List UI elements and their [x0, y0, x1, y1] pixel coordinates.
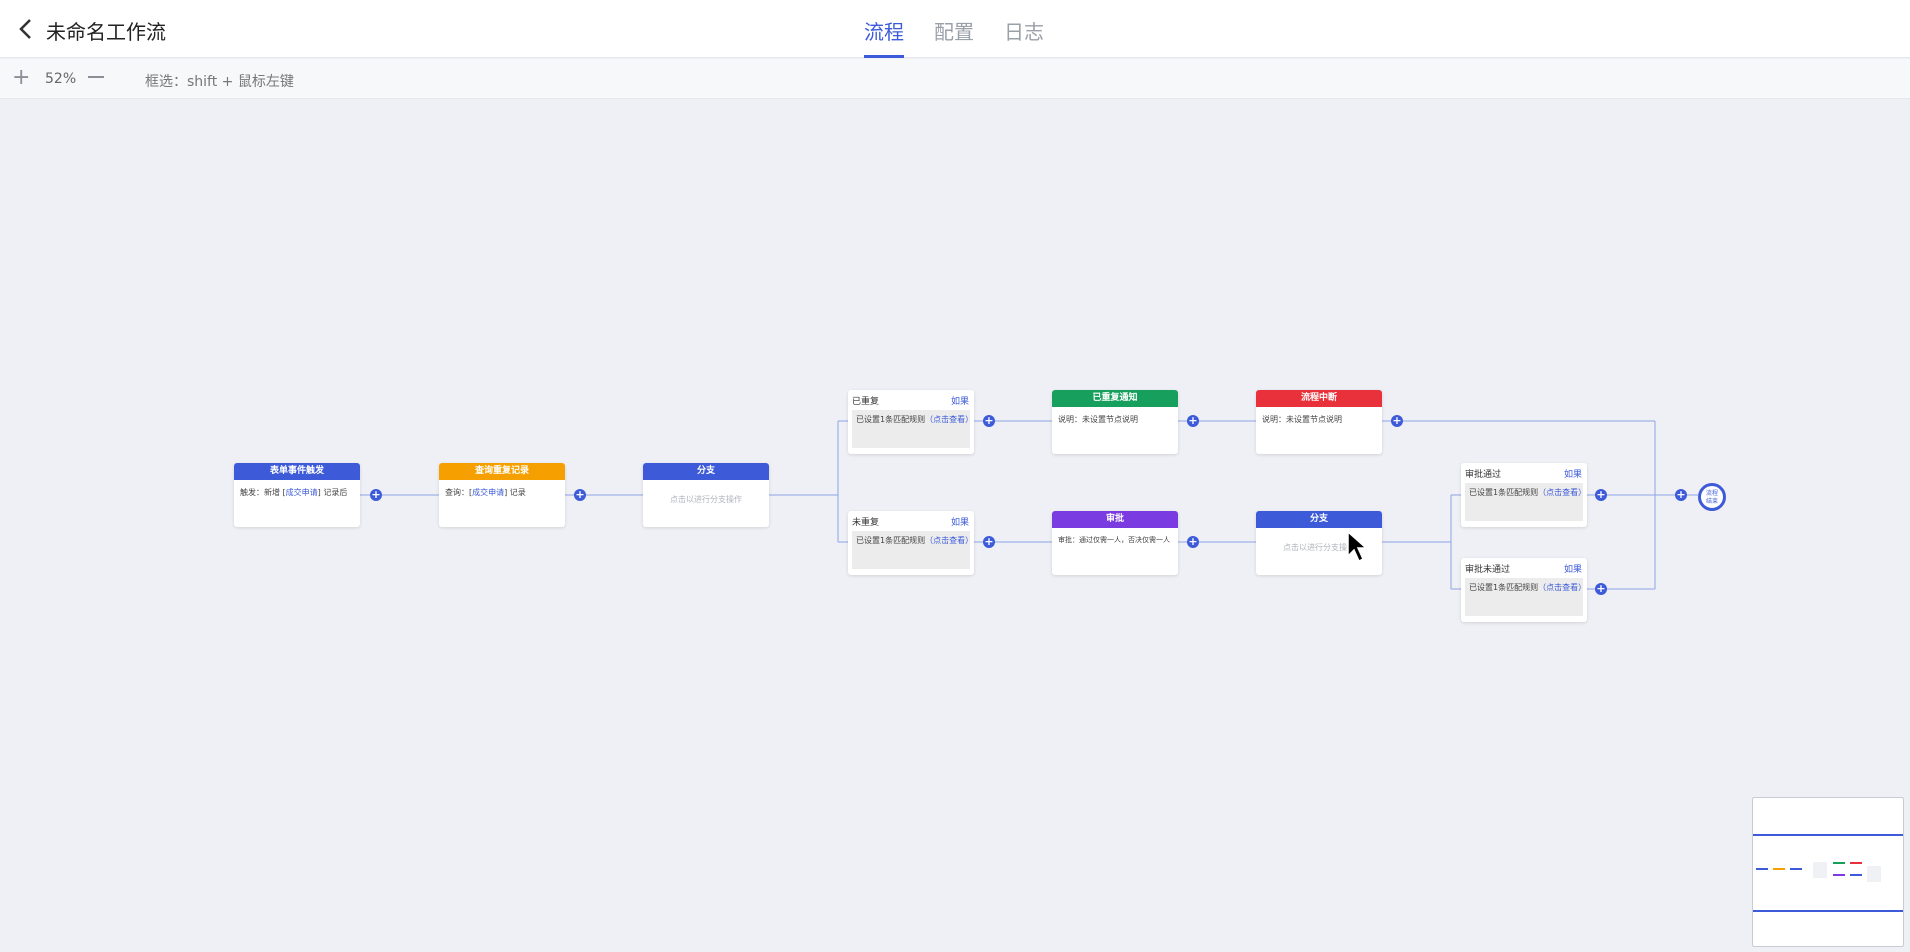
- add-node-button[interactable]: +: [1595, 583, 1607, 595]
- notify-node[interactable]: 已重复通知 说明：未设置节点说明: [1052, 390, 1178, 454]
- active-tab-indicator: [864, 55, 904, 58]
- condition-title: 审批未通过: [1465, 565, 1511, 575]
- node-body: 说明：未设置节点说明: [1262, 415, 1342, 424]
- condition-if-link[interactable]: 如果: [951, 394, 969, 407]
- mouse-cursor-icon: [1347, 530, 1368, 563]
- add-node-button[interactable]: +: [983, 415, 995, 427]
- node-body: 说明：未设置节点说明: [1058, 415, 1138, 424]
- minimap-node: [1850, 862, 1862, 864]
- canvas-toolbar: + 52% 框选：shift + 鼠标左键: [0, 59, 1910, 99]
- tab-flow[interactable]: 流程: [864, 16, 904, 45]
- end-label: 流程: [1705, 490, 1718, 497]
- node-body: 点击以进行分支操作: [670, 495, 742, 504]
- trigger-node[interactable]: 表单事件触发 触发：新增 [成交申请] 记录后: [234, 463, 360, 527]
- condition-repeated[interactable]: 已重复 如果 已设置1条匹配规则（点击查看）: [848, 390, 974, 454]
- back-button[interactable]: [14, 15, 38, 43]
- add-node-button[interactable]: +: [1187, 415, 1199, 427]
- minimap-node: [1833, 874, 1845, 876]
- condition-title: 未重复: [852, 518, 880, 528]
- node-header: 分支: [1256, 511, 1382, 528]
- condition-rule: 已设置1条匹配规则（点击查看）: [852, 531, 973, 569]
- selection-hint: 框选：shift + 鼠标左键: [145, 74, 294, 90]
- minimap-node: [1756, 868, 1768, 870]
- minimap-node: [1850, 874, 1862, 876]
- end-node[interactable]: 流程 结束: [1698, 483, 1726, 511]
- end-label: 结束: [1705, 498, 1718, 505]
- condition-not-repeated[interactable]: 未重复 如果 已设置1条匹配规则（点击查看）: [848, 511, 974, 575]
- condition-if-link[interactable]: 如果: [1564, 562, 1582, 575]
- add-node-button[interactable]: +: [1391, 415, 1403, 427]
- workflow-title: 未命名工作流: [46, 20, 166, 44]
- node-header: 表单事件触发: [234, 463, 360, 480]
- node-header: 查询重复记录: [439, 463, 565, 480]
- node-body: 查询：[成交申请] 记录: [445, 488, 526, 497]
- condition-if-link[interactable]: 如果: [951, 515, 969, 528]
- condition-approved[interactable]: 审批通过 如果 已设置1条匹配规则（点击查看）: [1461, 463, 1587, 527]
- minimap-node: [1813, 862, 1827, 878]
- condition-rule: 已设置1条匹配规则（点击查看）: [852, 410, 973, 448]
- tab-log[interactable]: 日志: [1004, 16, 1044, 45]
- add-node-button[interactable]: +: [574, 489, 586, 501]
- node-header: 已重复通知: [1052, 390, 1178, 407]
- condition-rule: 已设置1条匹配规则（点击查看）: [1465, 483, 1586, 521]
- workflow-canvas[interactable]: 表单事件触发 触发：新增 [成交申请] 记录后 + 查询重复记录 查询：[成交申…: [0, 100, 1910, 952]
- header: 未命名工作流 流程 配置 日志: [0, 0, 1910, 58]
- minimap-node: [1773, 868, 1785, 870]
- zoom-out-button[interactable]: [88, 76, 104, 78]
- condition-title: 审批通过: [1465, 470, 1502, 480]
- zoom-level: 52%: [45, 71, 77, 87]
- add-node-button[interactable]: +: [1595, 489, 1607, 501]
- zoom-in-button[interactable]: +: [12, 65, 30, 90]
- condition-title: 已重复: [852, 397, 880, 407]
- approve-node[interactable]: 审批 审批：通过仅需一人，否决仅需一人: [1052, 511, 1178, 575]
- branch-node[interactable]: 分支 点击以进行分支操作: [643, 463, 769, 527]
- add-node-button[interactable]: +: [370, 489, 382, 501]
- tab-config[interactable]: 配置: [934, 16, 974, 45]
- node-body: 审批：通过仅需一人，否决仅需一人: [1058, 536, 1170, 544]
- node-header: 流程中断: [1256, 390, 1382, 407]
- add-node-button[interactable]: +: [1187, 536, 1199, 548]
- add-node-button[interactable]: +: [1675, 489, 1687, 501]
- node-body: 触发：新增 [成交申请] 记录后: [240, 488, 348, 497]
- condition-rule: 已设置1条匹配规则（点击查看）: [1465, 578, 1586, 616]
- node-header: 分支: [643, 463, 769, 480]
- condition-rejected[interactable]: 审批未通过 如果 已设置1条匹配规则（点击查看）: [1461, 558, 1587, 622]
- node-header: 审批: [1052, 511, 1178, 528]
- condition-if-link[interactable]: 如果: [1564, 467, 1582, 480]
- minimap-node: [1833, 862, 1845, 864]
- minimap[interactable]: [1752, 797, 1904, 947]
- minimap-node: [1790, 868, 1802, 870]
- add-node-button[interactable]: +: [983, 536, 995, 548]
- query-node[interactable]: 查询重复记录 查询：[成交申请] 记录: [439, 463, 565, 527]
- stop-node[interactable]: 流程中断 说明：未设置节点说明: [1256, 390, 1382, 454]
- chevron-left-icon: [19, 19, 31, 39]
- minimap-node: [1867, 866, 1881, 882]
